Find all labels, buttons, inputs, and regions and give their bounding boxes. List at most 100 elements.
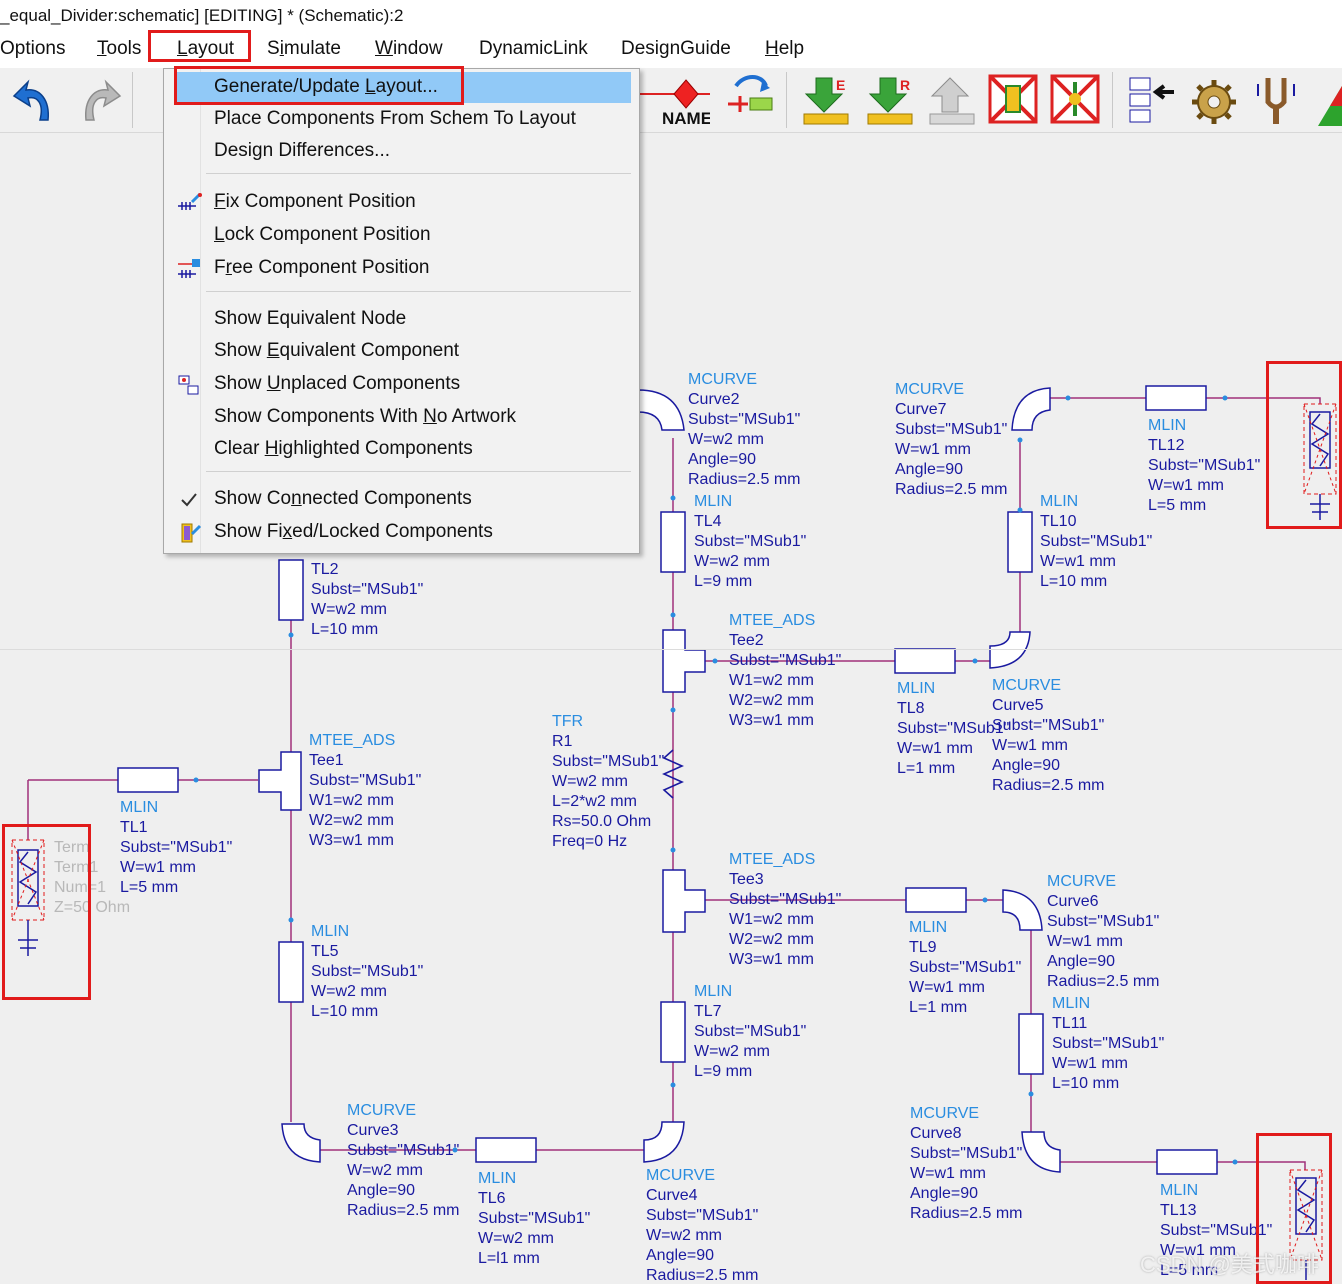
label-tee3: MTEE_ADS Tee3 Subst="MSub1" W1=w2 mm W2=w2 m… <box>729 850 841 970</box>
label-curve2: MCURVE Curve2 Subst="MSub1" W=w2 mm Angle=90… <box>688 370 801 490</box>
component-instance-name: Curve4 <box>646 1187 698 1204</box>
menu-item-label: Show Equivalent Component <box>214 340 460 361</box>
component-parameter: Radius=2.5 mm <box>895 481 1008 498</box>
menu-item-label: Place Components From Schem To Layout <box>214 108 576 129</box>
undo-icon[interactable] <box>10 72 60 128</box>
redo-icon[interactable] <box>74 72 124 128</box>
label-curve8: MCURVE Curve8 Subst="MSub1" W=w1 mm Angle=90… <box>910 1104 1023 1224</box>
component-parameter: Subst="MSub1" <box>311 581 424 598</box>
label-tl6: MLIN TL6 Subst="MSub1" W=w2 mm L=l1 mm <box>478 1169 590 1269</box>
component-parameter: L=5 mm <box>1148 497 1207 514</box>
curve3-symbol <box>281 1123 321 1163</box>
component-type: MCURVE <box>910 1105 980 1122</box>
tuning-fork-icon[interactable] <box>1248 72 1304 128</box>
component-parameter: Subst="MSub1" <box>895 421 1008 438</box>
component-parameter: L=l1 mm <box>478 1250 540 1267</box>
canvas-guide-line <box>0 649 1342 650</box>
component-parameter: Subst="MSub1" <box>694 1023 807 1040</box>
component-instance-name: Tee3 <box>729 871 764 888</box>
deactivate-short-icon[interactable] <box>1048 72 1104 128</box>
menu-item-show-fixed-locked[interactable]: Show Fixed/Locked Components <box>176 517 631 548</box>
component-type: MLIN <box>311 923 350 940</box>
tee3-symbol <box>662 869 706 933</box>
menu-item-lock-position[interactable]: Lock Component Position <box>176 220 631 251</box>
component-parameter: W3=w1 mm <box>729 712 814 729</box>
unplaced-components-icon <box>176 374 202 396</box>
menu-label: Tools <box>97 38 142 59</box>
checkmark-icon <box>176 489 202 511</box>
menu-item-design-differences[interactable]: Design Differences... <box>176 136 631 167</box>
menu-item-place-components[interactable]: Place Components From Schem To Layout <box>176 104 631 135</box>
menu-item-show-connected[interactable]: Show Connected Components <box>176 484 631 515</box>
menu-item-fix-position[interactable]: Fix Component Position <box>176 187 631 218</box>
menu-tools[interactable]: Tools <box>97 38 141 60</box>
component-parameter: W=w2 mm <box>311 601 387 618</box>
component-instance-name: TL4 <box>694 513 722 530</box>
component-parameter: Angle=90 <box>347 1182 416 1199</box>
component-parameter: W=w2 mm <box>552 773 628 790</box>
menu-item-label: Lock Component Position <box>214 224 431 245</box>
component-type: MCURVE <box>1047 873 1117 890</box>
menu-options[interactable]: Options <box>0 38 65 60</box>
component-instance-name: TL12 <box>1148 437 1185 454</box>
label-tl4: MLIN TL4 Subst="MSub1" W=w2 mm L=9 mm <box>694 492 806 592</box>
label-tl2: MLINTL2Subst="MSub1"W=w2 mmL=10 mm <box>311 540 423 640</box>
menu-item-free-position[interactable]: Free Component Position <box>176 253 631 284</box>
optimize-icon[interactable] <box>1310 72 1342 128</box>
component-parameter: Angle=90 <box>1047 953 1116 970</box>
component-parameter: W=w1 mm <box>895 441 971 458</box>
menu-simulate[interactable]: Simulate <box>267 38 341 60</box>
component-parameter: L=2*w2 mm <box>552 793 637 810</box>
label-r1: TFR R1 Subst="MSub1" W=w2 mm L=2*w2 mm Rs=50.… <box>552 712 664 852</box>
menu-window[interactable]: Window <box>375 38 443 60</box>
menu-separator <box>206 173 631 174</box>
tl8-symbol <box>894 648 956 674</box>
label-curve5: MCURVE Curve5 Subst="MSub1" W=w1 mm Angle=90… <box>992 676 1105 796</box>
menu-item-show-equivalent-node[interactable]: Show Equivalent Node <box>176 304 631 335</box>
component-parameter: W3=w1 mm <box>729 951 814 968</box>
deactivate-component-icon[interactable] <box>986 72 1042 128</box>
push-into-hierarchy-icon[interactable]: E <box>798 72 854 128</box>
component-type: MLIN <box>694 983 733 1000</box>
component-type: MCURVE <box>895 381 965 398</box>
component-instance-name: TL7 <box>694 1003 722 1020</box>
menu-dynamiclink[interactable]: DynamicLink <box>479 38 588 60</box>
tl5-symbol <box>278 941 304 1003</box>
push-into-hierarchy-alt-icon[interactable]: R <box>862 72 918 128</box>
menu-item-show-equivalent-component[interactable]: Show Equivalent Component <box>176 336 631 367</box>
label-tl10: MLIN TL10 Subst="MSub1" W=w1 mm L=10 mm <box>1040 492 1152 592</box>
component-parameter: Subst="MSub1" <box>1052 1035 1165 1052</box>
component-parameter: W=w1 mm <box>1040 553 1116 570</box>
tl12-symbol <box>1145 385 1207 411</box>
svg-text:E: E <box>836 77 845 93</box>
menu-item-clear-highlighted[interactable]: Clear Highlighted Components <box>176 434 631 465</box>
name-tool-icon[interactable]: NAME <box>640 72 710 128</box>
pop-out-hierarchy-icon[interactable] <box>924 72 980 128</box>
menu-item-show-unplaced-components[interactable]: Show Unplaced Components <box>176 369 631 400</box>
component-parameter: Subst="MSub1" <box>478 1210 591 1227</box>
component-parameter: W3=w1 mm <box>309 832 394 849</box>
component-parameter: Radius=2.5 mm <box>992 777 1105 794</box>
menu-item-label: Show Components With No Artwork <box>214 406 517 427</box>
menu-help[interactable]: Help <box>765 38 804 60</box>
label-tee2: MTEE_ADS Tee2 Subst="MSub1" W1=w2 mm W2=w2 m… <box>729 611 841 731</box>
component-instance-name: Curve3 <box>347 1122 399 1139</box>
toolbar-separator <box>132 72 133 128</box>
gear-icon[interactable] <box>1186 72 1242 128</box>
label-tl5: MLIN TL5 Subst="MSub1" W=w2 mm L=10 mm <box>311 922 423 1022</box>
term2-highlight <box>1266 361 1342 529</box>
component-parameter: Radius=2.5 mm <box>347 1202 460 1219</box>
label-tee1: MTEE_ADS Tee1 Subst="MSub1" W1=w2 mm W2=w2 m… <box>309 731 421 851</box>
tl13-symbol <box>1156 1149 1218 1175</box>
component-library-icon[interactable] <box>1124 72 1180 128</box>
menu-designguide[interactable]: DesignGuide <box>621 38 731 60</box>
component-parameter: W=w1 mm <box>120 859 196 876</box>
tl4-symbol <box>660 511 686 573</box>
tl10-symbol <box>1007 511 1033 573</box>
tl11-symbol <box>1018 1013 1044 1075</box>
menu-separator <box>206 291 631 292</box>
menu-item-show-no-artwork[interactable]: Show Components With No Artwork <box>176 402 631 433</box>
label-tl1: MLIN TL1 Subst="MSub1" W=w1 mm L=5 mm <box>120 798 232 898</box>
menu-item-label: Design Differences... <box>214 140 391 161</box>
wire-label-icon[interactable] <box>722 72 778 128</box>
